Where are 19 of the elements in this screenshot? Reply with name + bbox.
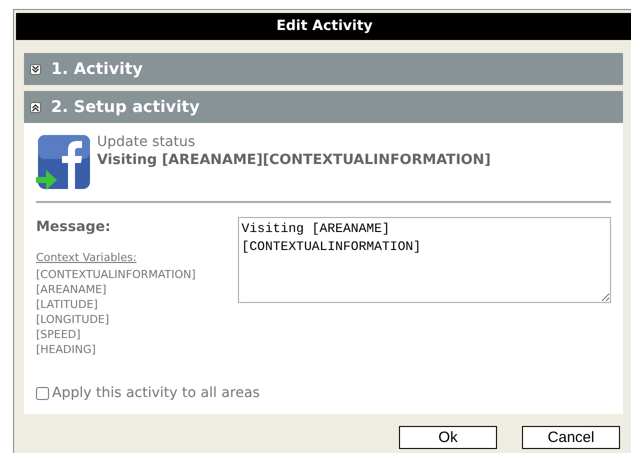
apply-all-checkbox[interactable] xyxy=(36,387,49,400)
context-variable: [CONTEXTUALINFORMATION] xyxy=(36,266,197,282)
apply-all-label[interactable]: Apply this activity to all areas xyxy=(52,383,260,404)
activity-summary: Visiting [AREANAME][CONTEXTUALINFORMATION] xyxy=(97,151,491,169)
message-label: Message: xyxy=(36,218,112,237)
context-variables-heading: Context Variables: xyxy=(36,250,138,266)
dialog-title: Edit Activity xyxy=(16,13,631,40)
activity-type: Update status xyxy=(97,133,196,151)
dialog-button[interactable]: Cancel xyxy=(522,426,620,449)
facebook-share-icon xyxy=(36,133,91,191)
context-variable: [LATITUDE] xyxy=(36,296,99,312)
expand-icon[interactable] xyxy=(30,64,41,74)
context-variable: [SPEED] xyxy=(36,326,82,342)
collapse-icon[interactable] xyxy=(30,102,41,112)
message-field[interactable]: Visiting [AREANAME] [CONTEXTUALINFORMATION] xyxy=(238,217,611,303)
context-variable: [HEADING] xyxy=(36,342,97,356)
dialog-button[interactable]: Ok xyxy=(399,426,497,449)
context-variable: [AREANAME] xyxy=(36,282,108,296)
context-variable: [LONGITUDE] xyxy=(36,312,110,326)
